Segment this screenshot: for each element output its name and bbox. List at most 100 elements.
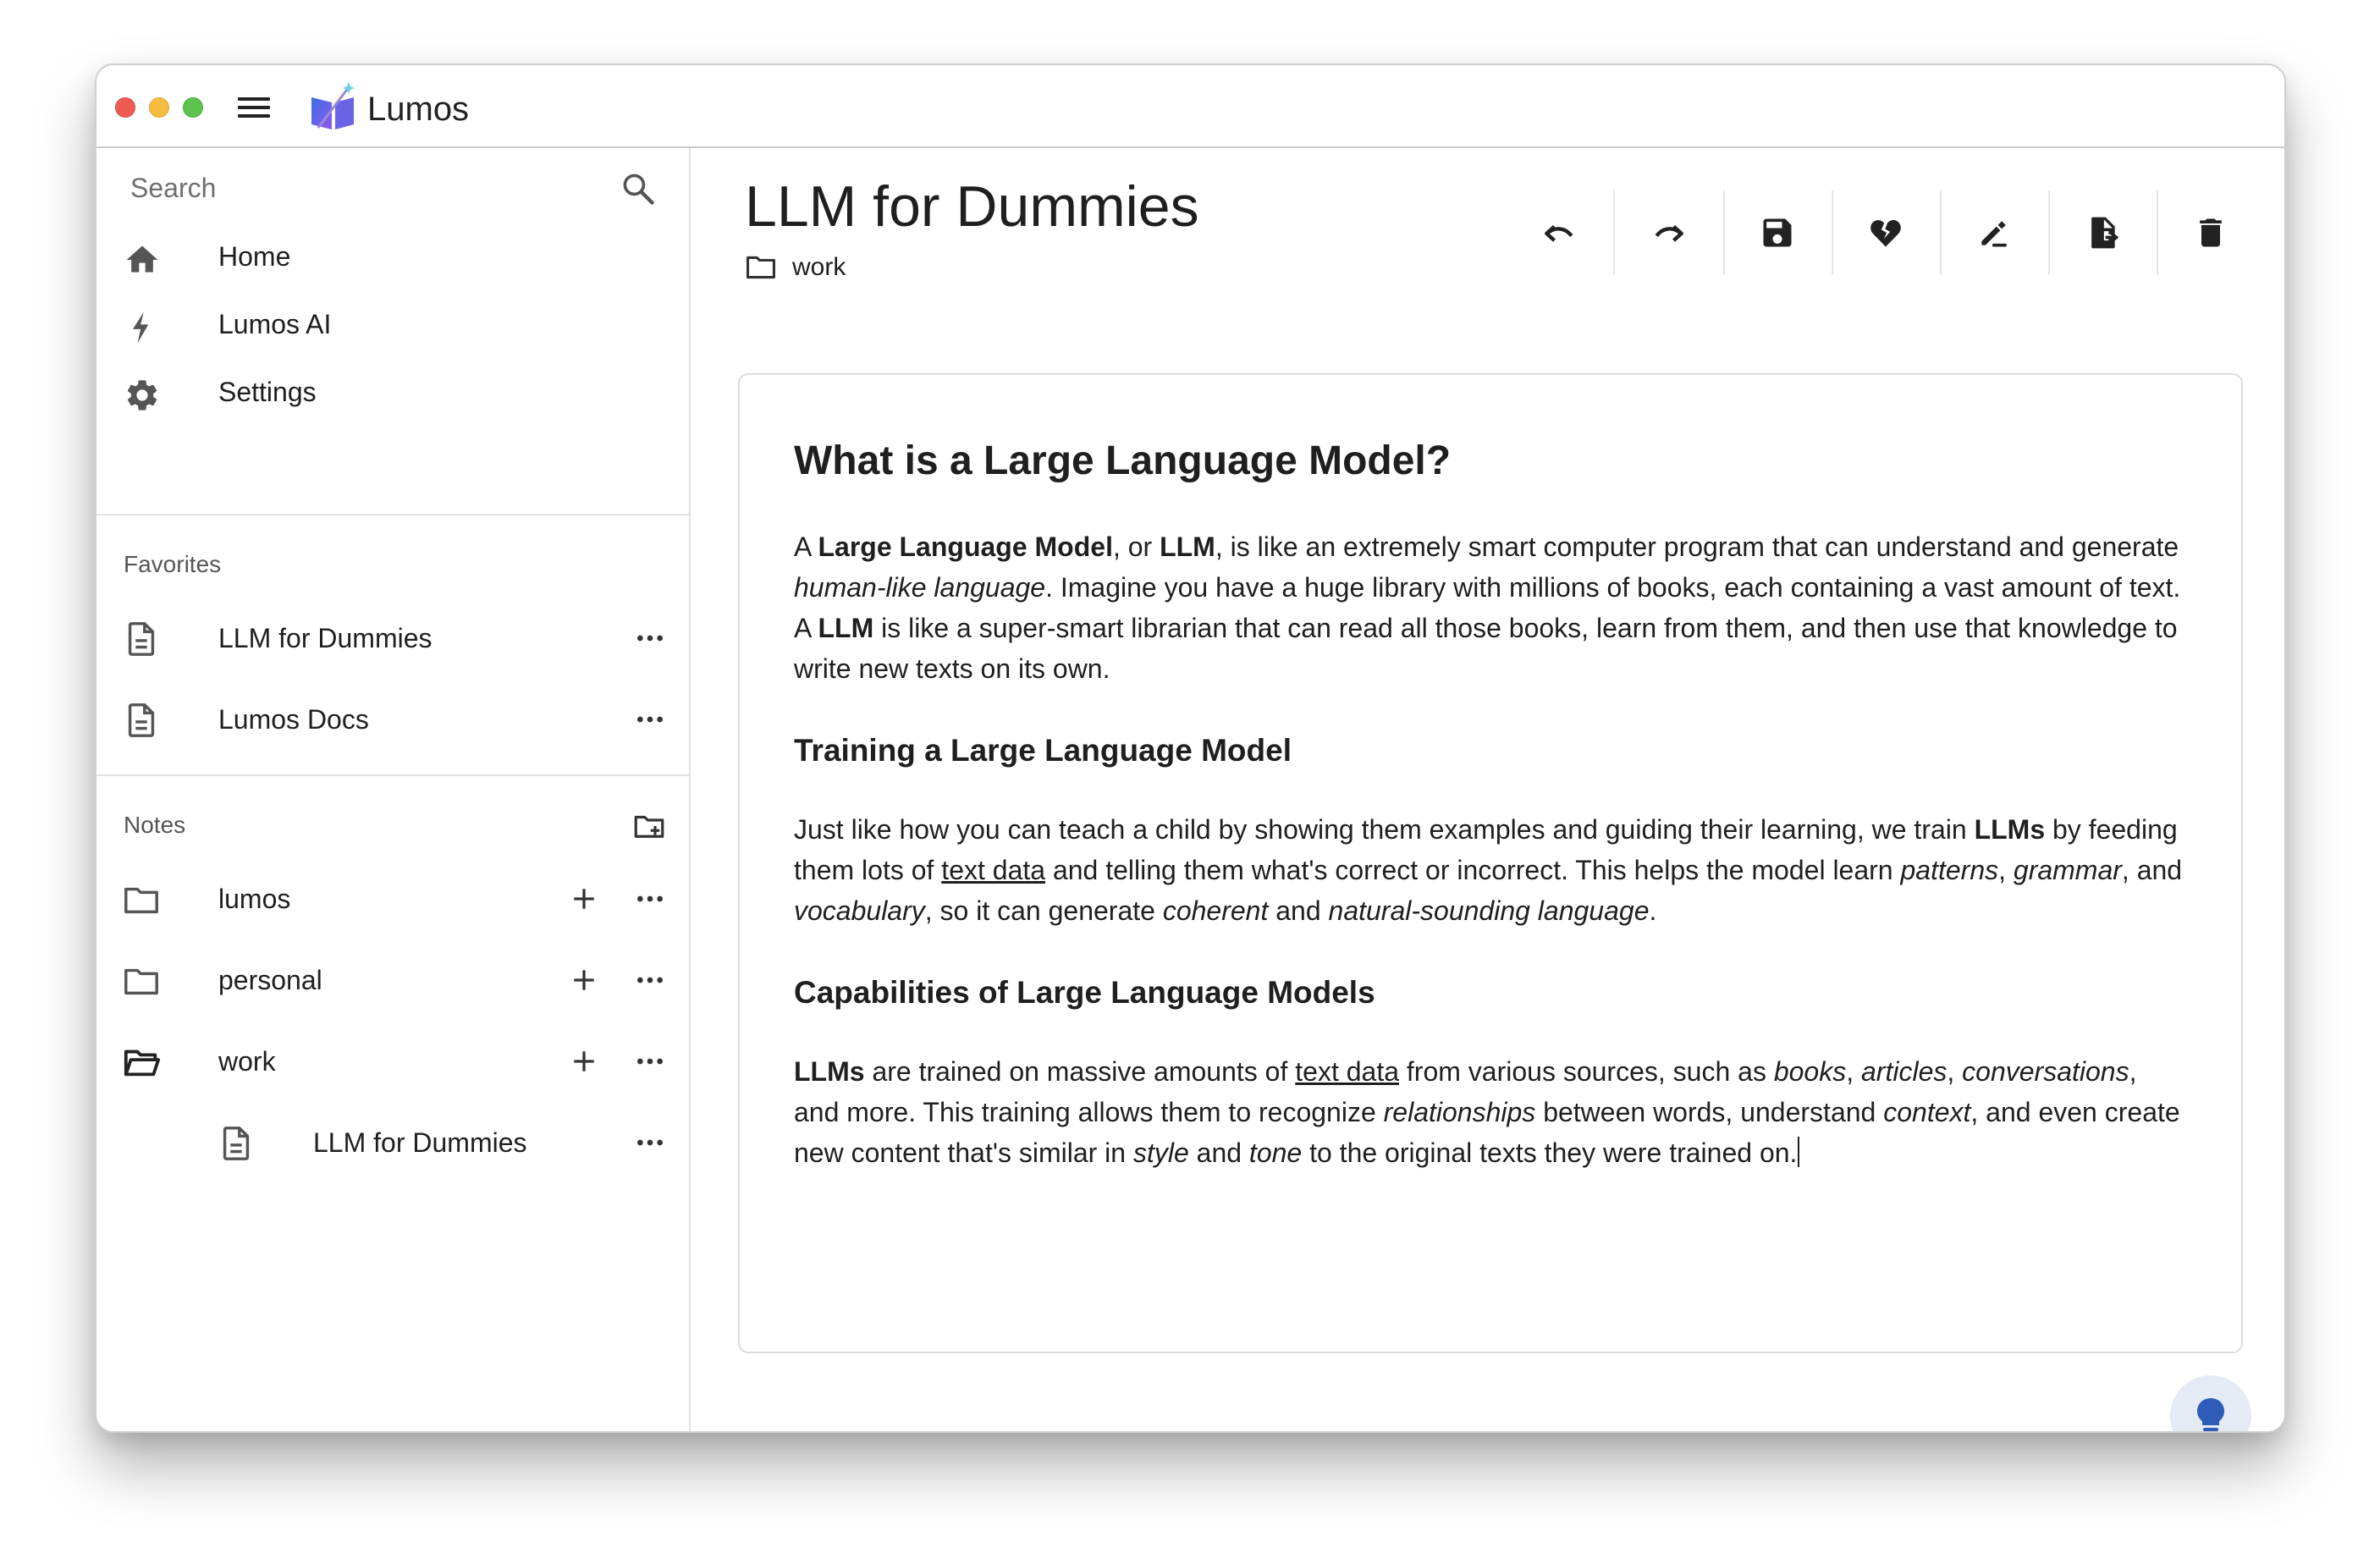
nav-lumos-ai[interactable]: Lumos AI xyxy=(96,294,689,358)
folder-item-work[interactable]: work xyxy=(96,1026,689,1099)
nav-home-label: Home xyxy=(218,241,291,272)
document-title: LLM for Dummies xyxy=(745,174,1199,239)
undo-button[interactable] xyxy=(1505,190,1613,275)
move-file-button[interactable] xyxy=(2048,190,2157,275)
close-window-button[interactable] xyxy=(115,97,135,118)
text-run: , is like an extremely smart computer pr… xyxy=(1215,532,2179,562)
document-heading: What is a Large Language Model? xyxy=(794,438,1452,483)
italic-text: style xyxy=(1132,1138,1189,1168)
folder-icon xyxy=(124,968,158,995)
text-run: , and xyxy=(2121,855,2183,885)
text-run: , xyxy=(1846,1056,1861,1087)
section-heading-training: Training a Large Language Model xyxy=(794,733,1292,768)
lumos-logo-icon xyxy=(311,82,355,129)
favorite-item-lumos-docs[interactable]: Lumos Docs xyxy=(96,684,689,757)
text-cursor xyxy=(1798,1137,1800,1167)
edit-button[interactable] xyxy=(1940,190,2048,275)
search-input[interactable] xyxy=(130,165,604,211)
italic-text: vocabulary xyxy=(794,895,925,926)
file-move-icon xyxy=(2091,217,2119,249)
document-icon xyxy=(128,622,155,656)
underlined-text: text data xyxy=(1295,1056,1399,1087)
folder-item-label: lumos xyxy=(218,884,291,914)
folder-open-icon xyxy=(124,1049,161,1077)
folder-item-lumos[interactable]: lumos xyxy=(96,863,689,936)
text-run: are trained on massive amounts of xyxy=(864,1056,1296,1087)
sidebar: Home Lumos AI Settings Favorites LLM fo xyxy=(96,148,691,1431)
favorite-item-label: Lumos Docs xyxy=(218,704,369,735)
more-options-icon[interactable] xyxy=(633,621,667,655)
note-item-llm-for-dummies[interactable]: LLM for Dummies xyxy=(96,1107,689,1180)
more-options-icon[interactable] xyxy=(633,1126,667,1160)
note-item-label: LLM for Dummies xyxy=(313,1127,527,1158)
document-icon xyxy=(223,1127,250,1160)
app-window: Lumos Home Lumos AI Settings xyxy=(95,63,2286,1433)
bold-text: LLM xyxy=(1160,532,1215,562)
italic-text: grammar xyxy=(2013,855,2122,885)
paragraph-intro: A Large Language Model, or LLM, is like … xyxy=(794,526,2187,689)
sidebar-divider xyxy=(96,514,689,515)
more-options-icon[interactable] xyxy=(633,882,667,916)
text-run: , so it can generate xyxy=(924,895,1163,926)
add-note-icon[interactable] xyxy=(567,1044,601,1078)
text-run: is like a super-smart librarian that can… xyxy=(794,613,2178,684)
text-run: between words, understand xyxy=(1535,1097,1884,1127)
search-icon[interactable] xyxy=(620,170,657,207)
more-options-icon[interactable] xyxy=(633,963,667,997)
italic-text: human-like language xyxy=(794,572,1046,603)
delete-button[interactable] xyxy=(2157,190,2265,275)
more-options-icon[interactable] xyxy=(633,1044,667,1078)
favorite-item-llm-for-dummies[interactable]: LLM for Dummies xyxy=(96,603,689,675)
folder-item-label: personal xyxy=(218,965,322,995)
add-note-icon[interactable] xyxy=(567,963,601,997)
minimize-window-button[interactable] xyxy=(149,97,169,118)
save-button[interactable] xyxy=(1723,190,1832,275)
folder-item-personal[interactable]: personal xyxy=(96,945,689,1017)
lightbulb-icon xyxy=(2197,1398,2224,1431)
italic-text: relationships xyxy=(1383,1097,1536,1127)
more-options-icon[interactable] xyxy=(633,702,667,736)
folder-item-label: work xyxy=(218,1046,276,1077)
menu-icon[interactable] xyxy=(236,94,272,121)
bold-text: LLM xyxy=(818,613,874,643)
new-folder-icon[interactable] xyxy=(631,808,667,844)
ai-suggestions-button[interactable] xyxy=(2170,1375,2251,1431)
redo-icon xyxy=(1655,225,1683,242)
nav-home[interactable]: Home xyxy=(96,226,689,290)
unfavorite-button[interactable] xyxy=(1832,190,1940,275)
text-run: to the original texts they were trained … xyxy=(1302,1138,1798,1168)
nav-settings-label: Settings xyxy=(218,377,317,407)
maximize-window-button[interactable] xyxy=(183,97,203,118)
edit-icon xyxy=(1981,221,2007,247)
underlined-text: text data xyxy=(941,855,1046,885)
title-bar: Lumos xyxy=(96,65,2284,148)
text-run: . xyxy=(1649,895,1657,926)
text-run: , or xyxy=(1112,532,1160,562)
redo-button[interactable] xyxy=(1615,190,1723,275)
text-run: Just like how you can teach a child by s… xyxy=(794,814,1975,845)
italic-text: coherent xyxy=(1162,895,1269,926)
app-title: Lumos xyxy=(367,91,470,128)
paragraph-capabilities: LLMs are trained on massive amounts of t… xyxy=(794,1051,2187,1173)
italic-text: books xyxy=(1773,1056,1847,1087)
text-run: and xyxy=(1188,1138,1249,1168)
nav-lumos-ai-label: Lumos AI xyxy=(218,309,332,339)
main-content: LLM for Dummies work What is a Large Lan… xyxy=(691,148,2284,1431)
document-editor[interactable]: What is a Large Language Model? A Large … xyxy=(738,373,2243,1353)
notes-title: Notes xyxy=(124,812,186,838)
favorites-title: Favorites xyxy=(124,551,222,577)
italic-text: articles xyxy=(1861,1056,1948,1087)
sidebar-divider xyxy=(96,774,689,776)
favorite-item-label: LLM for Dummies xyxy=(218,623,432,653)
bolt-icon xyxy=(133,311,149,344)
nav-settings[interactable]: Settings xyxy=(96,361,689,426)
section-heading-capabilities: Capabilities of Large Language Models xyxy=(794,975,1375,1010)
text-run: and xyxy=(1268,895,1329,926)
add-note-icon[interactable] xyxy=(567,882,601,916)
save-icon xyxy=(1763,218,1792,247)
gear-icon xyxy=(127,380,157,410)
italic-text: tone xyxy=(1248,1138,1303,1168)
italic-text: natural-sounding language xyxy=(1328,895,1650,926)
delete-icon xyxy=(2200,218,2222,247)
text-run: and telling them what's correct or incor… xyxy=(1045,855,1901,885)
